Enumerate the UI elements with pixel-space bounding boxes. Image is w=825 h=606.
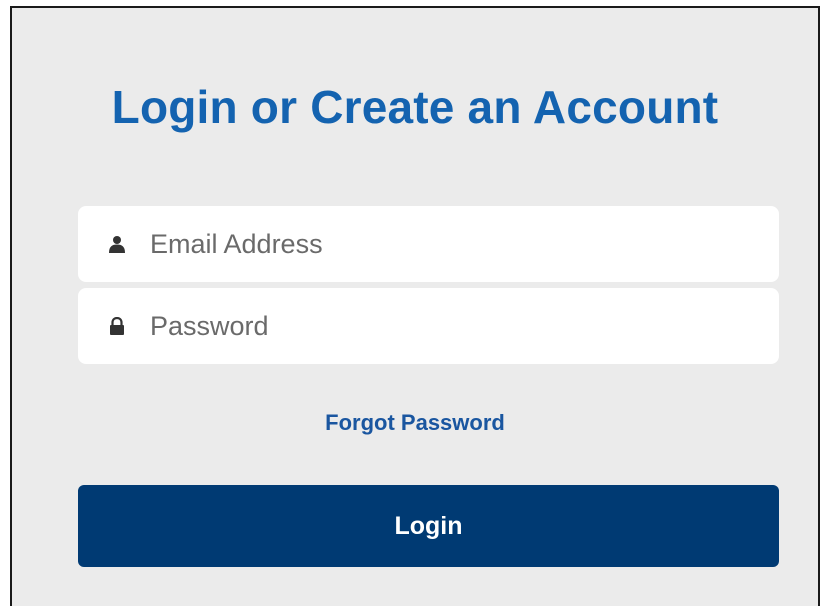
password-input[interactable]	[148, 288, 759, 364]
password-field-container[interactable]	[78, 288, 779, 364]
email-field-container[interactable]	[78, 206, 779, 282]
email-input[interactable]	[148, 206, 759, 282]
user-icon	[108, 235, 126, 253]
login-panel: Login or Create an Account Forgot Passwo…	[10, 6, 820, 606]
login-button[interactable]: Login	[78, 485, 779, 567]
lock-icon	[108, 317, 126, 335]
forgot-password-row: Forgot Password	[12, 410, 818, 436]
forgot-password-link[interactable]: Forgot Password	[325, 410, 505, 435]
page-title: Login or Create an Account	[111, 81, 719, 133]
